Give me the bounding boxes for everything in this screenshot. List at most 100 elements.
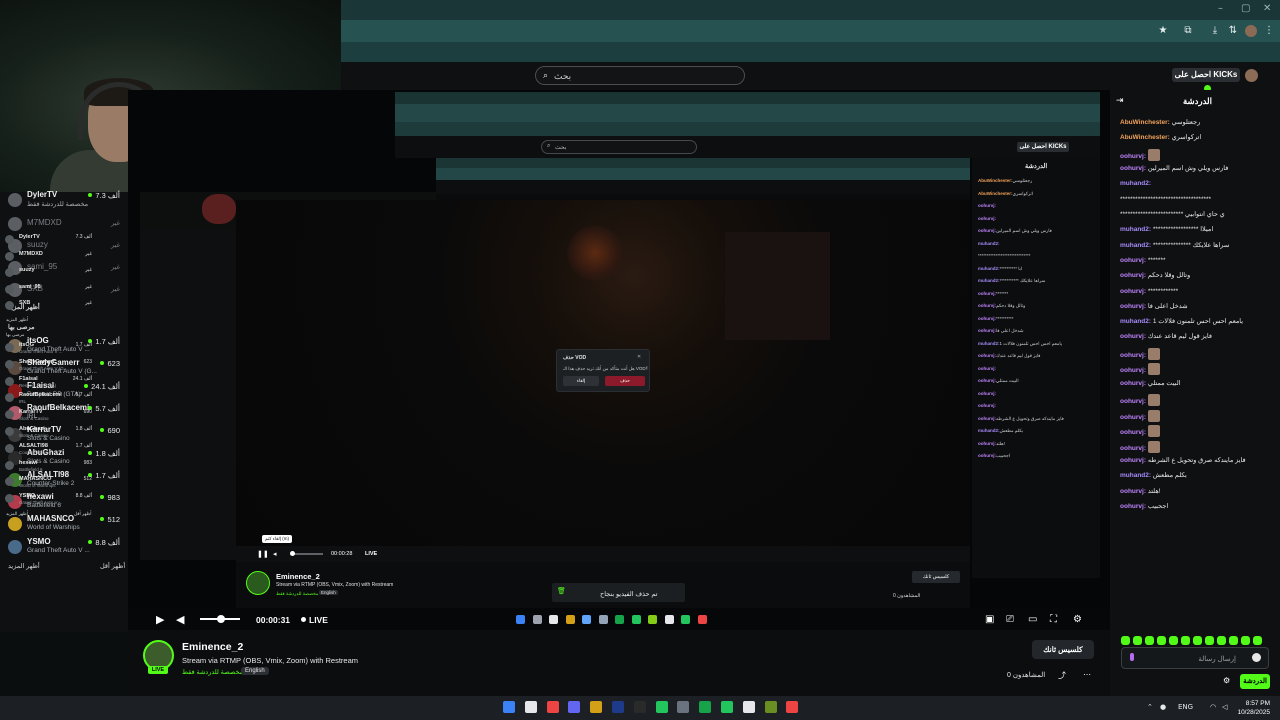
steam-icon[interactable] [612,701,624,713]
profile-avatar[interactable] [1245,25,1257,37]
user-avatar[interactable] [1245,69,1258,82]
microphone-icon[interactable] [1130,653,1134,661]
close-window-button[interactable]: ✕ [1263,3,1271,14]
nested-channel-category: Respect RP (GTA) [19,382,57,388]
chat-username[interactable]: oohurvj: [1120,398,1146,405]
more-options-icon[interactable]: ⋯ [1083,670,1091,679]
miniplayer-icon[interactable]: ▣ [985,614,994,625]
live-dot-icon [100,361,105,366]
show-more-recommended[interactable]: أظهر المزيد [8,562,40,570]
get-kicks-button[interactable]: احصل على KICKs [1172,68,1240,92]
emote-shortcut-icon[interactable] [1217,636,1226,645]
app-icon-4[interactable] [786,701,799,713]
emote-shortcut-icon[interactable] [1157,636,1166,645]
emote-shortcut-icon[interactable] [1253,636,1262,645]
theater-mode-icon[interactable]: ▭ [1028,614,1037,625]
start-icon[interactable] [503,701,515,713]
chat-username[interactable]: oohurvj: [1120,272,1146,279]
minecraft-icon[interactable] [764,701,777,713]
emote-shortcut-icon[interactable] [1193,636,1202,645]
play-icon[interactable]: ▶ [156,613,164,626]
chat-message-input[interactable]: إرسال رسالة [1121,647,1269,669]
chat-username[interactable]: oohurvj: [1120,165,1146,172]
chat-username[interactable]: muhand2: [1120,318,1151,325]
chat-username[interactable]: muhand2: [1120,180,1151,187]
cast-icon[interactable]: ⇅ [1227,25,1239,37]
app-icon-3[interactable] [742,701,755,713]
nested-channel-avatar [5,359,14,369]
emote-shortcut-icon[interactable] [1181,636,1190,645]
file-explorer-icon[interactable] [590,701,603,713]
chat-username[interactable]: muhand2: [1120,472,1151,479]
emote-shortcut-icon[interactable] [1121,636,1130,645]
maximize-button[interactable]: ▢ [1241,3,1250,14]
share-icon[interactable]: ⤴ [1058,670,1066,681]
clip-icon[interactable]: ⎚ [1006,614,1014,625]
bookmark-star-icon[interactable]: ★ [1157,25,1169,37]
wifi-icon[interactable]: ◠ [1210,703,1216,711]
browser-menu-icon[interactable]: ⋮ [1263,25,1275,37]
tray-mic-icon[interactable]: ● [1160,703,1166,711]
nested-channel-name: RaoufBelkacemi [19,392,62,399]
chat-username[interactable]: oohurvj: [1120,414,1146,421]
nvidia-icon[interactable] [699,701,712,713]
stream-category[interactable]: مخصصة للدردشة فقط [182,668,243,676]
chrome-icon[interactable] [546,701,559,713]
emote-shortcut-icon[interactable] [1241,636,1250,645]
emote-shortcut-icon[interactable] [1229,636,1238,645]
chat-username[interactable]: oohurvj: [1120,380,1146,387]
chat-username[interactable]: oohurvj: [1120,457,1146,464]
emote-shortcut-icon[interactable] [1205,636,1214,645]
search-taskbar-icon[interactable] [524,701,537,713]
app-icon-2[interactable] [721,701,733,713]
chat-username[interactable]: oohurvj: [1120,153,1146,160]
chat-username[interactable]: oohurvj: [1120,445,1146,452]
fullscreen-icon[interactable]: ⛶ [1050,614,1057,625]
collapse-chat-icon[interactable]: ⇥ [1116,96,1124,106]
chat-username[interactable]: muhand2: [1120,242,1151,249]
chat-username[interactable]: oohurvj: [1120,303,1146,310]
chat-settings-icon[interactable]: ⚙ [1223,676,1230,685]
app-icon[interactable] [633,701,646,713]
emoji-icon[interactable] [1252,653,1261,662]
chat-send-button[interactable]: الدردشة [1240,674,1270,689]
chat-username[interactable]: muhand2: [1120,226,1151,233]
chat-username[interactable]: oohurvj: [1120,257,1146,264]
emote-shortcut-icon[interactable] [1133,636,1142,645]
minimize-button[interactable]: – [1218,3,1223,14]
sidebar-channel-m7mdxd[interactable]: M7MDXD غير [8,214,122,236]
nested-channel-name: KarrarTV [19,409,43,416]
language-indicator[interactable]: ENG [1178,703,1193,711]
spotify-icon[interactable] [655,701,668,713]
chat-username[interactable]: oohurvj: [1120,352,1146,359]
extensions-icon[interactable]: ⧉ [1182,25,1194,37]
chat-username[interactable]: oohurvj: [1120,429,1146,436]
search-input[interactable]: ⌕ بحث [535,66,745,85]
speaker-icon[interactable]: ◁ [1222,703,1227,711]
sidebar-channel-dylertv[interactable]: DylerTV مخصصة للدردشة فقط 7.3 ألف [8,190,122,212]
taskbar-clock[interactable]: 8:57 PM 10/28/2025 [1236,699,1270,717]
download-icon[interactable]: ⤓ [1209,25,1221,37]
chat-username[interactable]: AbuWinchester: [1120,119,1170,126]
show-less-recommended[interactable]: أظهر أقل [100,562,125,570]
sidebar-channel-ysmo[interactable]: YSMO Grand Theft Auto V ... 8.8 ألف [8,537,122,559]
volume-icon[interactable]: ◀ [176,613,184,626]
emote-shortcut-icon[interactable] [1145,636,1154,645]
chat-username[interactable]: AbuWinchester: [1120,134,1170,141]
language-tag[interactable]: English [241,667,269,675]
clip-button[interactable]: كلسيس ثانك [1032,640,1094,659]
chat-username[interactable]: oohurvj: [1120,503,1146,510]
xbox-icon[interactable] [677,701,690,713]
tray-chevron-icon[interactable]: ⌃ [1147,703,1153,711]
streamer-name[interactable]: Eminence_2 [182,641,243,653]
chat-username[interactable]: oohurvj: [1120,333,1146,340]
emote-bar[interactable] [1121,632,1269,645]
emote-shortcut-icon[interactable] [1169,636,1178,645]
chat-username[interactable]: oohurvj: [1120,488,1146,495]
chat-username[interactable]: oohurvj: [1120,367,1146,374]
settings-gear-icon[interactable]: ⚙ [1073,614,1082,625]
sidebar-channel-mahasnco[interactable]: MAHASNCO World of Warships 512 [8,514,122,536]
discord-icon[interactable] [568,701,581,713]
chat-username[interactable]: oohurvj: [1120,288,1146,295]
volume-slider-knob[interactable] [217,615,225,623]
